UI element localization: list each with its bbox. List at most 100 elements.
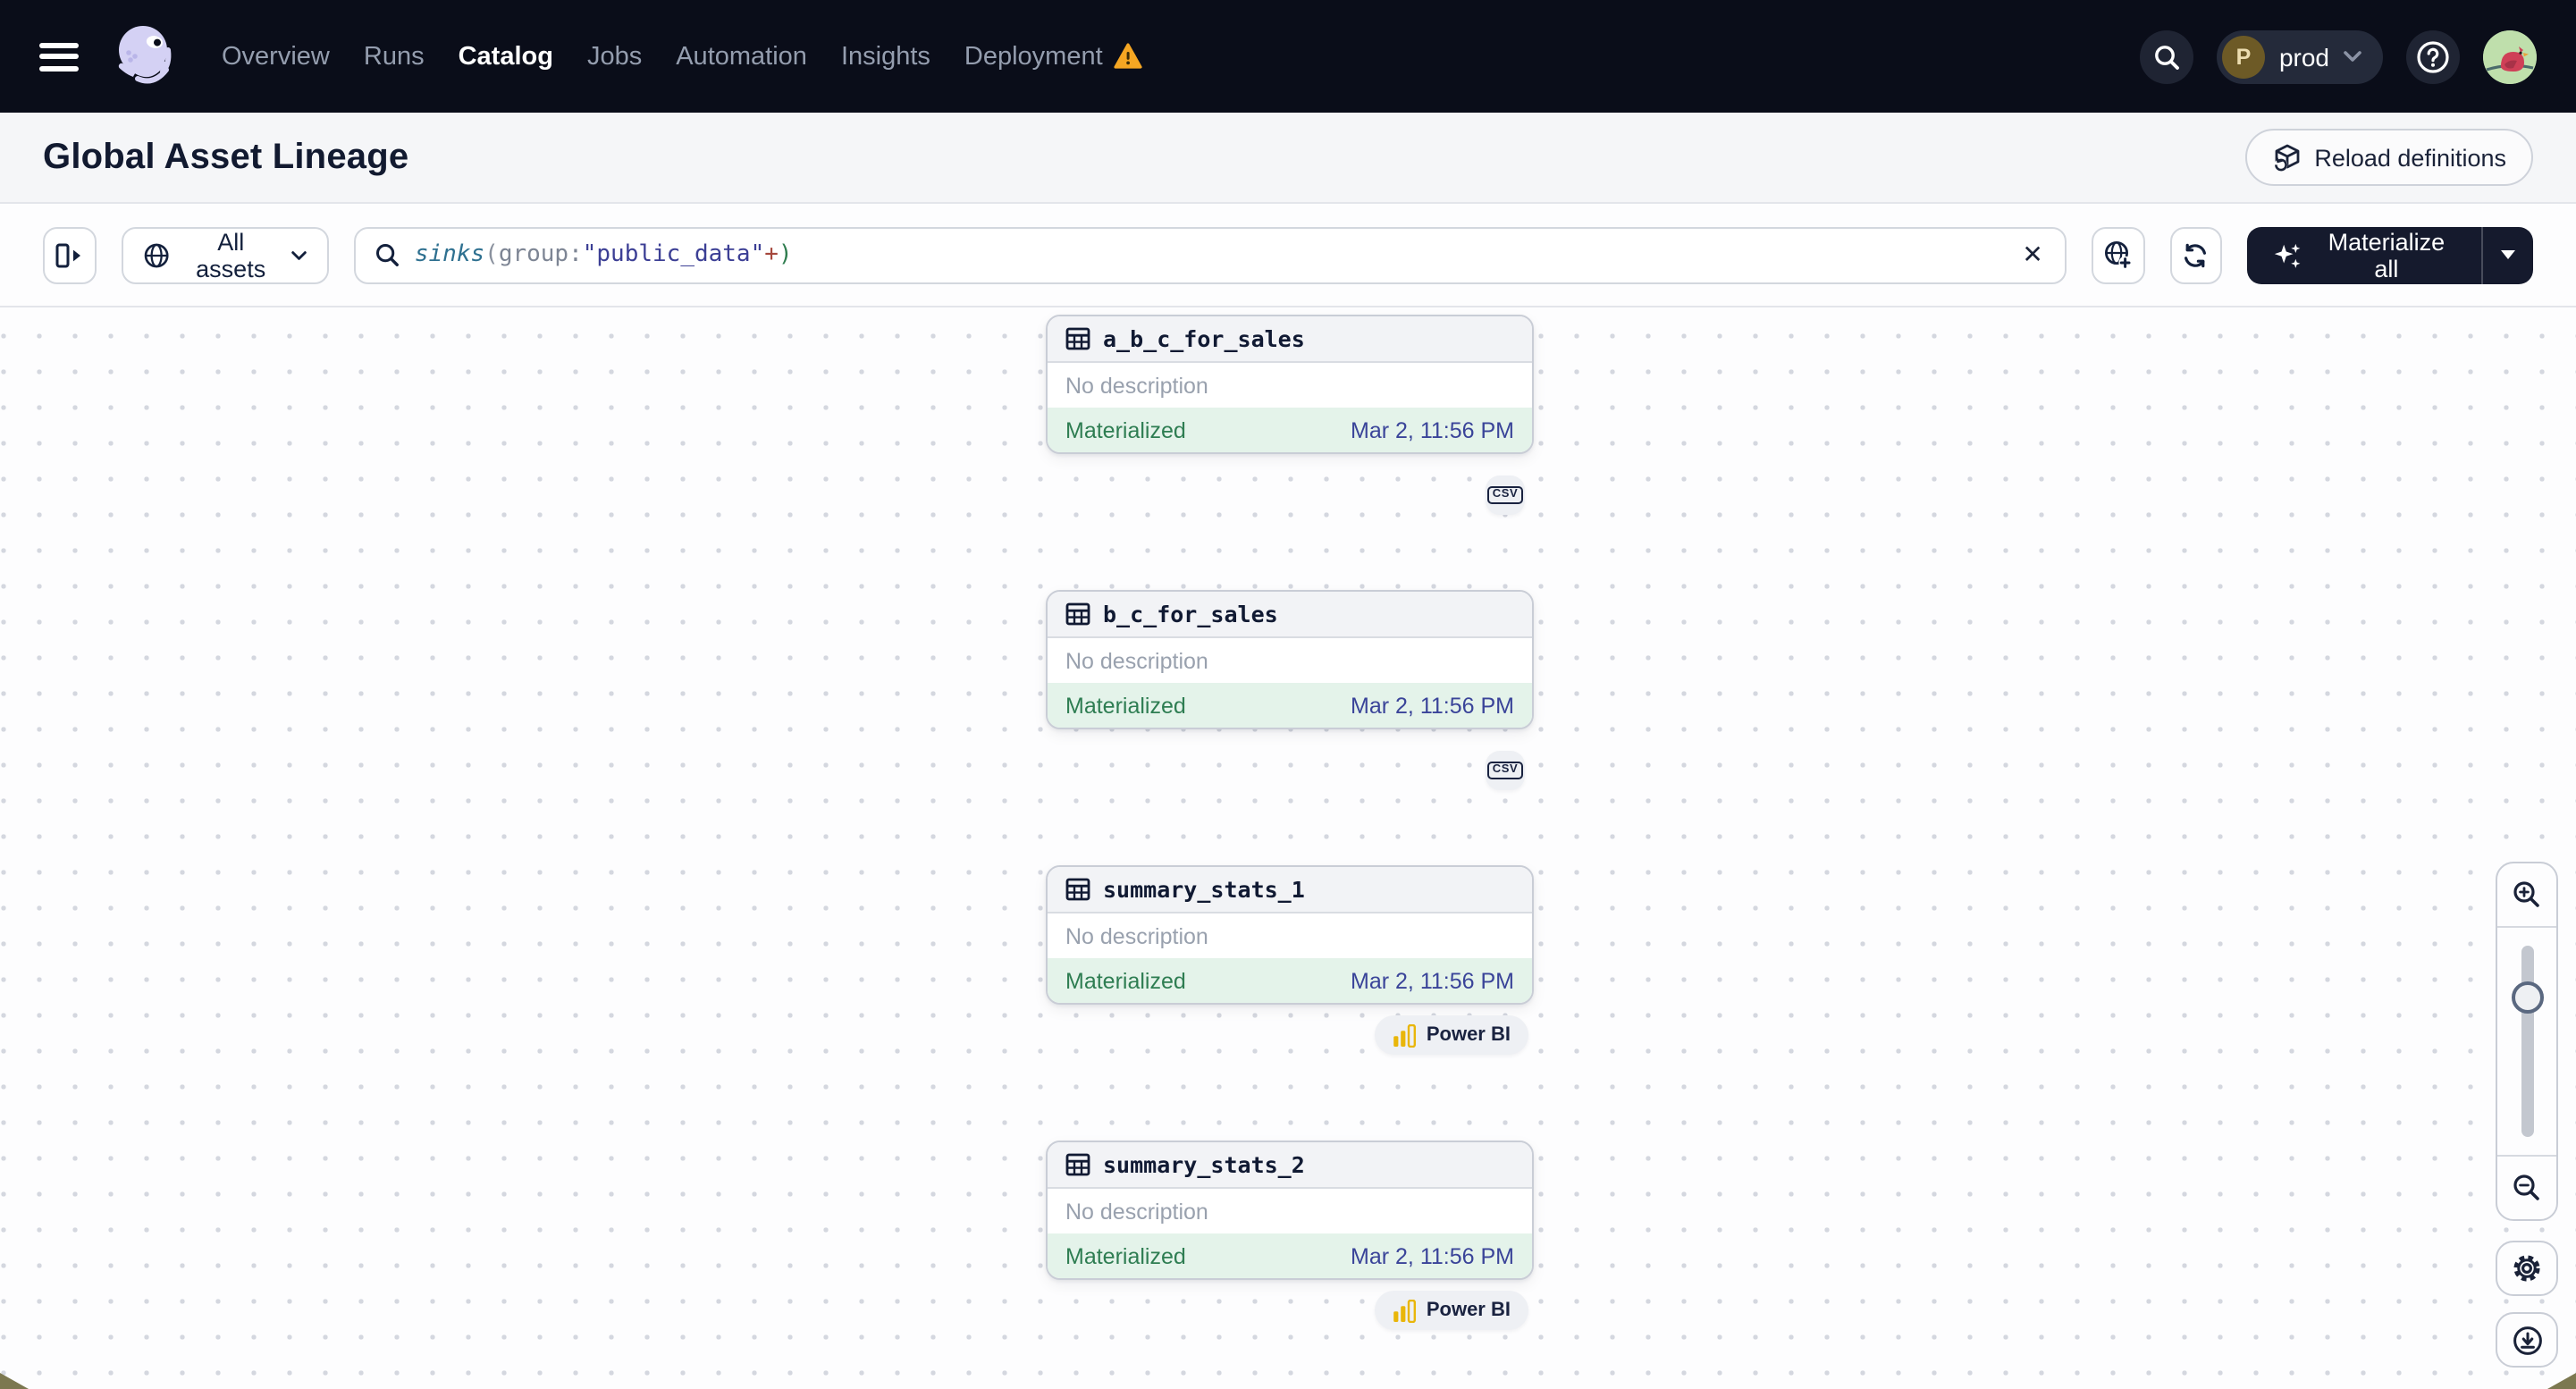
kind-tag-powerbi[interactable]: Power BI	[1374, 1291, 1528, 1330]
kind-tag-csv[interactable]: CSV	[1486, 751, 1525, 790]
materialize-options-button[interactable]	[2482, 226, 2533, 283]
asset-scope-dropdown[interactable]: All assets	[121, 226, 329, 283]
query-function: sinks	[414, 241, 485, 268]
zoom-controls	[2496, 862, 2558, 1221]
add-selection-syntax-button[interactable]	[2091, 226, 2145, 283]
zoom-slider[interactable]	[2497, 928, 2556, 1155]
nav-item-insights[interactable]: Insights	[841, 42, 930, 71]
asset-node-summary-stats-1[interactable]: summary_stats_1 No description Materiali…	[1046, 865, 1534, 1005]
zoom-out-button[interactable]	[2497, 1155, 2556, 1219]
top-nav: Overview Runs Catalog Jobs Automation In…	[0, 0, 2576, 113]
nav-item-runs[interactable]: Runs	[364, 42, 425, 71]
warning-icon	[1114, 43, 1142, 69]
panel-expand-icon	[56, 242, 81, 267]
asset-node-header: summary_stats_1	[1048, 867, 1532, 913]
powerbi-icon	[1393, 1023, 1416, 1047]
asset-name: summary_stats_1	[1103, 876, 1305, 903]
query-operator: +	[764, 241, 779, 268]
zoom-slider-track[interactable]	[2521, 946, 2533, 1137]
chevron-down-icon	[2344, 51, 2361, 62]
deployment-avatar: P	[2221, 35, 2265, 78]
help-button[interactable]	[2406, 29, 2460, 83]
lineage-canvas[interactable]: a_b_c_for_sales No description Materiali…	[0, 307, 2576, 1389]
zoom-in-icon	[2513, 881, 2539, 907]
nav-item-jobs[interactable]: Jobs	[587, 42, 642, 71]
lineage-toolbar: All assets sinks(group:"public_data"+) ✕	[0, 204, 2576, 307]
csv-icon: CSV	[1486, 485, 1524, 505]
question-icon	[2417, 40, 2449, 72]
caret-down-icon	[2500, 250, 2515, 259]
asset-node-summary-stats-2[interactable]: summary_stats_2 No description Materiali…	[1046, 1141, 1534, 1280]
materialized-timestamp[interactable]: Mar 2, 11:56 PM	[1351, 968, 1514, 993]
global-search-button[interactable]	[2139, 29, 2193, 83]
asset-scope-label: All assets	[196, 228, 266, 282]
kind-tag-csv[interactable]: CSV	[1486, 476, 1525, 515]
nav-item-overview[interactable]: Overview	[222, 42, 330, 71]
globe-plus-icon	[2105, 240, 2133, 270]
asset-description: No description	[1065, 648, 1208, 673]
asset-description: No description	[1065, 373, 1208, 398]
asset-node-header: b_c_for_sales	[1048, 592, 1532, 638]
nav-item-deployment-label: Deployment	[964, 42, 1103, 71]
search-icon	[2155, 45, 2179, 69]
table-icon	[1065, 602, 1090, 626]
table-icon	[1065, 327, 1090, 350]
asset-status-bar: Materialized Mar 2, 11:56 PM	[1048, 683, 1532, 728]
powerbi-label: Power BI	[1426, 1300, 1511, 1321]
asset-name: summary_stats_2	[1103, 1151, 1305, 1178]
table-icon	[1065, 1153, 1090, 1176]
search-icon	[375, 244, 399, 266]
powerbi-label: Power BI	[1426, 1024, 1511, 1046]
deployment-switcher[interactable]: P prod	[2216, 29, 2383, 83]
minimap-corner	[2547, 1373, 2576, 1389]
asset-node-header: a_b_c_for_sales	[1048, 316, 1532, 363]
reload-definitions-button[interactable]: Reload definitions	[2244, 129, 2533, 186]
asset-description: No description	[1065, 923, 1208, 948]
materialize-all-button[interactable]: Materialize all	[2248, 226, 2481, 283]
nav-item-deployment[interactable]: Deployment	[964, 42, 1142, 71]
zoom-in-button[interactable]	[2497, 863, 2556, 928]
table-icon	[1065, 878, 1090, 901]
refresh-graph-button[interactable]	[2169, 226, 2223, 283]
globe-icon	[144, 242, 168, 267]
nav-item-catalog[interactable]: Catalog	[459, 42, 553, 71]
nav-item-automation[interactable]: Automation	[676, 42, 807, 71]
materialized-status: Materialized	[1065, 693, 1186, 718]
deployment-name: prod	[2278, 42, 2329, 71]
materialize-all-split-button: Materialize all	[2247, 226, 2533, 283]
page-header: Global Asset Lineage Reload definitions	[0, 113, 2576, 204]
avatar-bird-image	[2483, 29, 2537, 83]
materialized-timestamp[interactable]: Mar 2, 11:56 PM	[1351, 1243, 1514, 1268]
asset-node-b-c-for-sales[interactable]: b_c_for_sales No description Materialize…	[1046, 590, 1534, 729]
open-left-panel-button[interactable]	[43, 226, 97, 283]
query-open-paren: (	[484, 241, 499, 268]
chevron-down-icon	[292, 250, 307, 259]
materialized-status: Materialized	[1065, 968, 1186, 993]
clear-query-button[interactable]: ✕	[2018, 240, 2046, 270]
materialized-timestamp[interactable]: Mar 2, 11:56 PM	[1351, 417, 1514, 442]
download-graph-button[interactable]	[2496, 1312, 2558, 1368]
asset-selection-input[interactable]: sinks(group:"public_data"+) ✕	[353, 226, 2067, 283]
asset-name: a_b_c_for_sales	[1103, 325, 1305, 352]
menu-icon[interactable]	[39, 42, 79, 71]
asset-status-bar: Materialized Mar 2, 11:56 PM	[1048, 1233, 1532, 1278]
dagster-logo[interactable]	[107, 17, 179, 96]
zoom-slider-thumb[interactable]	[2511, 981, 2543, 1014]
asset-node-a-b-c-for-sales[interactable]: a_b_c_for_sales No description Materiali…	[1046, 315, 1534, 454]
materialize-all-label: Materialize all	[2328, 228, 2446, 282]
materialized-status: Materialized	[1065, 1243, 1186, 1268]
asset-selection-query: sinks(group:"public_data"+)	[415, 241, 2005, 268]
query-value: "public_data"	[582, 241, 765, 268]
kind-tag-powerbi[interactable]: Power BI	[1374, 1015, 1528, 1055]
asset-name: b_c_for_sales	[1103, 601, 1278, 627]
user-avatar[interactable]	[2483, 29, 2537, 83]
download-icon	[2513, 1326, 2541, 1354]
materialized-timestamp[interactable]: Mar 2, 11:56 PM	[1351, 693, 1514, 718]
graph-settings-button[interactable]	[2496, 1241, 2558, 1296]
query-attribute: group:	[498, 241, 583, 268]
asset-description: No description	[1065, 1199, 1208, 1224]
nav-right-cluster: P prod	[2139, 29, 2537, 83]
sparkles-icon	[2275, 242, 2301, 267]
asset-status-bar: Materialized Mar 2, 11:56 PM	[1048, 408, 1532, 452]
refresh-icon	[2185, 242, 2207, 267]
